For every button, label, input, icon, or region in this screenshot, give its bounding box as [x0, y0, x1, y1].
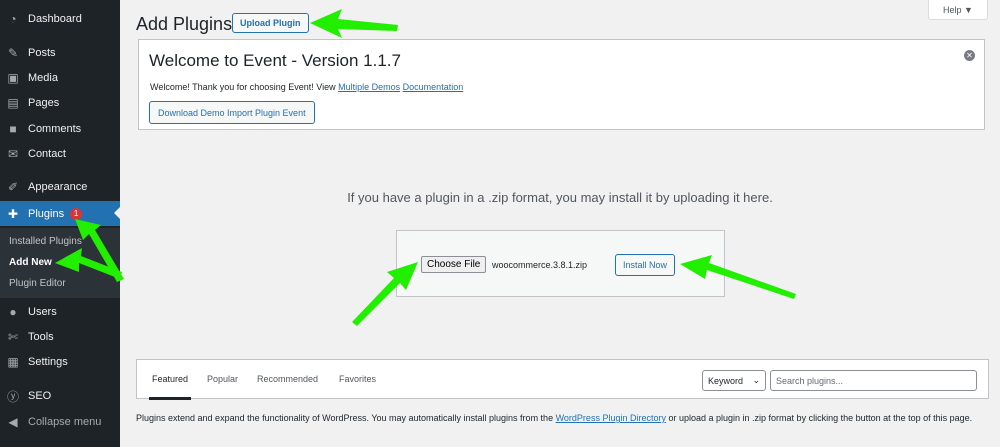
tab-favorites[interactable]: Favorites — [339, 374, 376, 384]
submenu-plugin-editor[interactable]: Plugin Editor — [9, 278, 66, 289]
sidebar-item-label: Comments — [28, 123, 82, 135]
mail-icon: ✉ — [7, 147, 19, 161]
plugins-submenu: Installed Plugins Add New Plugin Editor — [0, 228, 120, 298]
sidebar-item-label: Settings — [28, 356, 68, 368]
comment-icon: ■ — [9, 122, 17, 136]
notice-title: Welcome to Event - Version 1.1.7 — [149, 51, 401, 70]
sidebar-item-label: Collapse menu — [28, 416, 102, 428]
sidebar-item-label: Dashboard — [28, 13, 82, 25]
submenu-add-new[interactable]: Add New — [9, 257, 52, 268]
seo-icon: ⓨ — [6, 389, 19, 404]
arrow-upload-plugin — [310, 9, 398, 38]
choose-file-button[interactable]: Choose File — [421, 256, 487, 273]
sidebar-item-label: Plugins — [28, 207, 65, 220]
update-count-badge: 1 — [70, 207, 83, 220]
search-type-select[interactable]: Keyword ⌄ — [702, 370, 766, 391]
intro-text-after: or upload a plugin in .zip format by cli… — [668, 413, 973, 423]
sidebar-item-users[interactable]: ● Users — [0, 300, 120, 324]
submenu-installed-plugins[interactable]: Installed Plugins — [9, 236, 82, 247]
chevron-down-icon: ⌄ — [752, 375, 760, 385]
sidebar-item-media[interactable]: ▣ Media — [0, 66, 120, 90]
sidebar-item-collapse-menu[interactable]: ◀ Collapse menu — [0, 410, 120, 434]
dismiss-notice-icon[interactable]: ✕ — [964, 50, 975, 61]
search-type-value: Keyword — [708, 375, 744, 386]
search-plugins-input[interactable] — [770, 370, 977, 391]
welcome-notice: Welcome to Event - Version 1.1.7 Welcome… — [138, 39, 985, 130]
sidebar-item-label: Media — [28, 72, 58, 84]
documentation-link[interactable]: Documentation — [403, 82, 464, 92]
sidebar-item-label: Contact — [28, 148, 66, 160]
dashboard-icon: ◔ — [9, 12, 17, 26]
sidebar-item-label: Posts — [28, 47, 56, 59]
sidebar-item-label: Users — [28, 306, 57, 318]
intro-text-before: Plugins extend and expand the functional… — [136, 413, 554, 423]
plugin-directory-link[interactable]: WordPress Plugin Directory — [556, 413, 666, 423]
upload-plugin-button[interactable]: Upload Plugin — [232, 13, 309, 33]
admin-sidebar: ◔ Dashboard ✎ Posts ▣ Media ▤ Pages ■ Co… — [0, 0, 120, 447]
multiple-demos-link[interactable]: Multiple Demos — [338, 82, 400, 92]
sidebar-item-label: Pages — [28, 97, 60, 109]
sidebar-item-pages[interactable]: ▤ Pages — [0, 91, 120, 115]
media-icon: ▣ — [7, 71, 19, 85]
upload-description: If you have a plugin in a .zip format, y… — [347, 190, 773, 205]
help-button[interactable]: Help ▼ — [928, 0, 988, 20]
download-demo-button[interactable]: Download Demo Import Plugin Event — [149, 101, 315, 124]
plugins-intro-text: Plugins extend and expand the functional… — [136, 411, 991, 426]
sidebar-item-comments[interactable]: ■ Comments — [0, 117, 120, 141]
collapse-icon: ◀ — [8, 415, 18, 429]
pin-icon: ✎ — [7, 46, 19, 60]
user-icon: ● — [9, 305, 17, 319]
tab-featured[interactable]: Featured — [148, 374, 192, 400]
sidebar-item-label: SEO — [28, 390, 52, 402]
notice-text: Welcome! Thank you for choosing Event! V… — [150, 82, 463, 92]
tab-recommended[interactable]: Recommended — [257, 374, 318, 384]
settings-icon: ▦ — [7, 355, 19, 369]
sidebar-item-settings[interactable]: ▦ Settings — [0, 350, 120, 374]
plugin-filter-bar: Featured Popular Recommended Favorites K… — [136, 359, 989, 400]
sidebar-item-label: Tools — [28, 331, 54, 343]
wrench-icon: ✄ — [7, 330, 19, 344]
sidebar-item-contact[interactable]: ✉ Contact — [0, 142, 120, 166]
sidebar-item-dashboard[interactable]: ◔ Dashboard — [0, 7, 120, 31]
sidebar-item-tools[interactable]: ✄ Tools — [0, 325, 120, 349]
upload-form: Choose File woocommerce.3.8.1.zip Instal… — [396, 230, 725, 297]
notice-message: Welcome! Thank you for choosing Event! V… — [150, 82, 336, 92]
sidebar-item-seo[interactable]: ⓨ SEO — [0, 384, 120, 408]
selected-file-name: woocommerce.3.8.1.zip — [492, 260, 588, 270]
plugin-icon: ✚ — [7, 206, 19, 221]
install-now-button[interactable]: Install Now — [615, 254, 676, 276]
tab-popular[interactable]: Popular — [207, 374, 238, 384]
page-title: Add Plugins — [136, 14, 233, 34]
pages-icon: ▤ — [7, 96, 19, 110]
sidebar-item-posts[interactable]: ✎ Posts — [0, 41, 120, 65]
